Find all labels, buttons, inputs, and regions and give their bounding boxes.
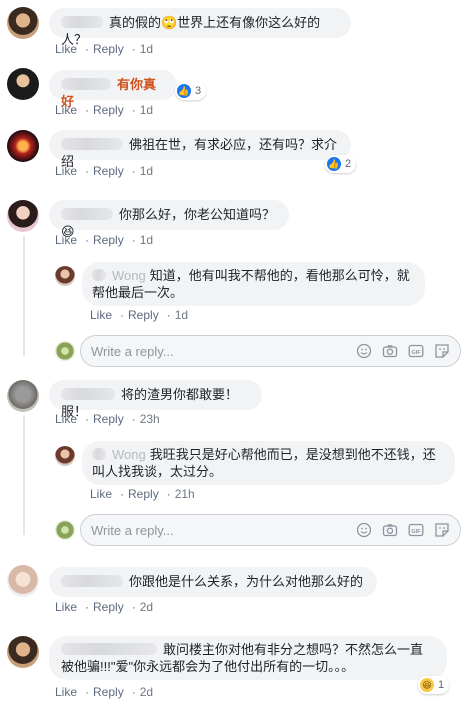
comment-actions: Like · Reply · 1d: [55, 164, 154, 178]
like-link[interactable]: Like: [55, 164, 77, 178]
avatar[interactable]: [7, 565, 39, 597]
timestamp[interactable]: 1d: [140, 42, 153, 56]
commenter-name[interactable]: [61, 138, 123, 150]
reply-link[interactable]: Reply: [93, 412, 124, 426]
timestamp[interactable]: 1d: [140, 233, 153, 247]
commenter-name[interactable]: [61, 78, 111, 90]
comment-actions: Like · Reply · 1d: [55, 103, 154, 117]
timestamp[interactable]: 1d: [140, 164, 153, 178]
reply-link[interactable]: Reply: [93, 600, 124, 614]
current-user-avatar: [55, 341, 75, 361]
comment-bubble: 有你真好: [49, 70, 177, 109]
timestamp[interactable]: 1d: [140, 103, 153, 117]
timestamp[interactable]: 21h: [175, 487, 195, 501]
reply-link[interactable]: Reply: [93, 164, 124, 178]
comment-bubble: 你那么好，你老公知道吗？😆: [49, 200, 289, 239]
avatar[interactable]: [55, 266, 75, 286]
comment-bubble: 佛祖在世，有求必应，还有吗？求介绍: [49, 130, 351, 169]
comment-bubble: 真的假的🙄世界上还有像你这么好的人？: [49, 8, 351, 47]
avatar[interactable]: [7, 7, 39, 39]
like-link[interactable]: Like: [55, 412, 77, 426]
timestamp[interactable]: 23h: [140, 412, 160, 426]
gif-icon[interactable]: GIF: [408, 522, 424, 538]
commenter-name[interactable]: [92, 269, 106, 281]
current-user-avatar: [55, 520, 75, 540]
sticker-icon[interactable]: [434, 522, 450, 538]
comment-actions: Like · Reply · 1d: [55, 42, 154, 56]
reaction-count[interactable]: 😆 1: [418, 676, 450, 694]
reply-bubble: Wong 知道，他有叫我不帮他的，看他那么可怜，就帮他最后一次。: [82, 262, 425, 306]
like-link[interactable]: Like: [55, 103, 77, 117]
like-link[interactable]: Like: [90, 487, 112, 501]
like-link[interactable]: Like: [55, 600, 77, 614]
avatar[interactable]: [7, 380, 39, 412]
like-link[interactable]: Like: [90, 308, 112, 322]
comment-bubble: 你跟他是什么关系，为什么对他那么好的: [49, 567, 377, 597]
haha-reaction-icon: 😆: [420, 678, 434, 692]
reaction-count[interactable]: 👍 3: [175, 82, 207, 100]
like-link[interactable]: Like: [55, 42, 77, 56]
timestamp[interactable]: 2d: [140, 685, 153, 699]
avatar[interactable]: [7, 68, 39, 100]
commenter-name[interactable]: [61, 388, 115, 400]
avatar[interactable]: [55, 446, 75, 466]
svg-text:GIF: GIF: [411, 529, 421, 535]
camera-icon[interactable]: [382, 343, 398, 359]
reply-actions: Like · Reply · 1d: [90, 308, 189, 322]
commenter-name[interactable]: [61, 208, 113, 220]
camera-icon[interactable]: [382, 522, 398, 538]
like-reaction-icon: 👍: [177, 84, 191, 98]
reply-link[interactable]: Reply: [93, 233, 124, 247]
emoji-icon[interactable]: [356, 522, 372, 538]
reply-author-name[interactable]: Wong: [112, 447, 146, 462]
commenter-name[interactable]: [61, 643, 157, 655]
timestamp[interactable]: 1d: [175, 308, 188, 322]
reply-link[interactable]: Reply: [93, 103, 124, 117]
reply-link[interactable]: Reply: [93, 42, 124, 56]
thread-line: [23, 236, 25, 356]
reply-link[interactable]: Reply: [93, 685, 124, 699]
timestamp[interactable]: 2d: [140, 600, 153, 614]
emoji-icon[interactable]: [356, 343, 372, 359]
thread-line: [23, 415, 25, 535]
like-link[interactable]: Like: [55, 233, 77, 247]
commenter-name[interactable]: [92, 448, 106, 460]
svg-text:GIF: GIF: [411, 350, 421, 356]
comment-actions: Like · Reply · 2d: [55, 600, 154, 614]
comment-actions: Like · Reply · 23h: [55, 412, 160, 426]
reply-input[interactable]: [81, 514, 356, 546]
comment-bubble: 将的渣男你都敢要！服！: [49, 380, 262, 419]
comment-text: 你跟他是什么关系，为什么对他那么好的: [129, 574, 364, 589]
avatar[interactable]: [7, 130, 39, 162]
reply-link[interactable]: Reply: [128, 487, 159, 501]
commenter-name[interactable]: [61, 16, 103, 28]
reaction-count[interactable]: 👍 2: [325, 155, 357, 173]
comment-actions: Like · Reply · 1d: [55, 233, 154, 247]
avatar[interactable]: [7, 636, 39, 668]
reply-input[interactable]: [81, 335, 356, 367]
commenter-name[interactable]: [61, 575, 123, 587]
reply-actions: Like · Reply · 21h: [90, 487, 195, 501]
like-reaction-icon: 👍: [327, 157, 341, 171]
reply-box: GIF: [80, 335, 461, 367]
comment-bubble: 敢问楼主你对他有非分之想吗？不然怎么一直被他骗!!!"爱"你永远都会为了他付出所…: [49, 636, 447, 680]
reply-link[interactable]: Reply: [128, 308, 159, 322]
avatar[interactable]: [7, 200, 39, 232]
sticker-icon[interactable]: [434, 343, 450, 359]
comment-actions: Like · Reply · 2d: [55, 685, 154, 699]
reply-box: GIF: [80, 514, 461, 546]
reply-author-name[interactable]: Wong: [112, 268, 146, 283]
reply-bubble: Wong 我旺我只是好心帮他而已，是没想到他不还钱，还叫人找我谈，太过分。: [82, 441, 455, 485]
gif-icon[interactable]: GIF: [408, 343, 424, 359]
like-link[interactable]: Like: [55, 685, 77, 699]
